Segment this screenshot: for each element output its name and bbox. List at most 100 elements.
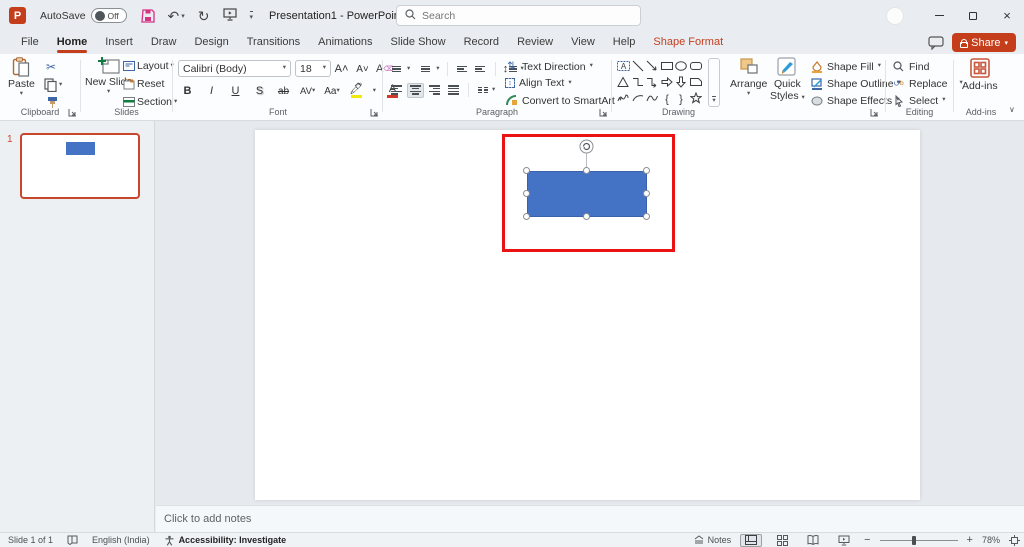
text-direction-button[interactable]: ⇅ Text Direction▾: [505, 60, 593, 73]
columns-button[interactable]: [475, 82, 490, 98]
selected-rectangle-shape[interactable]: [527, 171, 647, 217]
notes-toggle-button[interactable]: Notes: [693, 535, 732, 545]
font-dialog-launcher-icon[interactable]: [370, 108, 379, 117]
align-right-button[interactable]: [426, 83, 443, 98]
justify-button[interactable]: [445, 83, 462, 98]
collapse-ribbon-chevron-icon[interactable]: ∨: [1009, 105, 1015, 114]
resize-handle-top-right[interactable]: [643, 167, 650, 174]
autosave-toggle[interactable]: Off: [91, 8, 127, 23]
numbering-button[interactable]: [418, 61, 433, 77]
slideshow-view-button[interactable]: [833, 534, 855, 547]
close-button[interactable]: ×: [990, 0, 1024, 31]
resize-handle-top-left[interactable]: [523, 167, 530, 174]
align-text-button[interactable]: ↕ Align Text▾: [505, 77, 572, 89]
tab-design[interactable]: Design: [185, 33, 237, 53]
fit-slide-to-window-icon[interactable]: [1009, 535, 1020, 546]
align-left-button[interactable]: [388, 83, 405, 98]
text-shadow-button[interactable]: S: [252, 83, 267, 99]
line-arrow-shape[interactable]: [645, 58, 660, 74]
oval-shape[interactable]: [674, 58, 689, 74]
comments-icon[interactable]: [928, 36, 944, 50]
search-box[interactable]: [396, 5, 641, 26]
tab-file[interactable]: File: [12, 33, 48, 53]
normal-view-button[interactable]: [740, 534, 762, 547]
drawing-dialog-launcher-icon[interactable]: [870, 108, 879, 117]
powerpoint-logo-icon[interactable]: P: [9, 7, 26, 24]
paste-button[interactable]: Paste ▾: [8, 57, 35, 98]
change-case-button[interactable]: Aa▾: [324, 83, 340, 99]
elbow-arrow-connector-shape[interactable]: [645, 74, 660, 90]
right-brace-shape[interactable]: }: [674, 90, 689, 106]
reading-view-button[interactable]: [802, 534, 824, 547]
text-box-shape[interactable]: A: [616, 58, 631, 74]
addins-button[interactable]: Add-ins: [962, 57, 998, 92]
tab-insert[interactable]: Insert: [96, 33, 142, 53]
italic-button[interactable]: I: [204, 83, 219, 99]
shape-gallery-more-button[interactable]: ▾: [708, 58, 720, 107]
tab-animations[interactable]: Animations: [309, 33, 381, 53]
tab-shape-format[interactable]: Shape Format: [644, 33, 732, 53]
rotation-handle-icon[interactable]: [579, 139, 594, 157]
character-spacing-button[interactable]: AV▾: [300, 83, 315, 99]
curve-shape[interactable]: [645, 90, 660, 106]
language-status[interactable]: English (India): [92, 535, 150, 545]
tab-record[interactable]: Record: [455, 33, 508, 53]
restore-button[interactable]: [956, 0, 990, 31]
zoom-slider-handle[interactable]: [912, 536, 916, 545]
decrease-indent-button[interactable]: [455, 61, 470, 77]
resize-handle-bottom-left[interactable]: [523, 213, 530, 220]
left-brace-shape[interactable]: {: [660, 90, 675, 106]
down-arrow-shape[interactable]: [674, 74, 689, 90]
rounded-rectangle-shape[interactable]: [689, 58, 704, 74]
tab-review[interactable]: Review: [508, 33, 562, 53]
reset-button[interactable]: Reset: [123, 78, 164, 90]
find-button[interactable]: Find: [892, 60, 929, 73]
theme-icon[interactable]: [67, 535, 78, 545]
accessibility-status[interactable]: Accessibility: Investigate: [179, 535, 287, 545]
layout-button[interactable]: Layout▾: [123, 60, 174, 72]
tab-transitions[interactable]: Transitions: [238, 33, 309, 53]
user-avatar[interactable]: [886, 7, 904, 25]
tab-slide-show[interactable]: Slide Show: [382, 33, 455, 53]
bullets-button[interactable]: [389, 61, 404, 77]
triangle-shape[interactable]: [616, 74, 631, 90]
slide-sorter-view-button[interactable]: [771, 534, 793, 547]
font-name-select[interactable]: Calibri (Body)▾: [178, 60, 291, 77]
increase-indent-button[interactable]: [473, 61, 488, 77]
snip-corner-rectangle-shape[interactable]: [689, 74, 704, 90]
text-highlight-button[interactable]: 🖊: [349, 83, 364, 99]
tab-draw[interactable]: Draw: [142, 33, 186, 53]
save-icon[interactable]: [141, 9, 155, 23]
paragraph-dialog-launcher-icon[interactable]: [599, 108, 608, 117]
notes-pane[interactable]: Click to add notes: [156, 505, 1024, 532]
search-input[interactable]: [422, 10, 632, 22]
resize-handle-bottom-center[interactable]: [583, 213, 590, 220]
undo-dropdown-icon[interactable]: ▾: [181, 12, 185, 20]
right-arrow-shape[interactable]: [660, 74, 675, 90]
undo-icon[interactable]: ↶: [168, 9, 180, 23]
strikethrough-button[interactable]: ab: [276, 83, 291, 99]
share-button[interactable]: Share ▾: [952, 33, 1016, 52]
tab-help[interactable]: Help: [604, 33, 645, 53]
decrease-font-size-button[interactable]: A˅: [355, 61, 370, 77]
slide-thumbnail[interactable]: [20, 133, 140, 199]
zoom-slider[interactable]: [880, 540, 958, 541]
shape-fill-button[interactable]: Shape Fill▾: [810, 60, 881, 73]
rectangle-shape[interactable]: [660, 58, 675, 74]
resize-handle-middle-right[interactable]: [643, 190, 650, 197]
resize-handle-middle-left[interactable]: [523, 190, 530, 197]
star-shape[interactable]: [689, 90, 704, 106]
convert-to-smartart-button[interactable]: Convert to SmartArt▾: [505, 94, 622, 107]
zoom-level[interactable]: 78%: [982, 535, 1000, 545]
tab-view[interactable]: View: [562, 33, 604, 53]
align-center-button[interactable]: [407, 83, 424, 98]
select-button[interactable]: Select▾: [892, 94, 945, 107]
elbow-connector-shape[interactable]: [631, 74, 646, 90]
cut-button[interactable]: ✂: [46, 60, 56, 74]
quick-styles-button[interactable]: QuickStyles ▾: [770, 57, 805, 102]
zoom-out-button[interactable]: −: [864, 534, 870, 546]
clipboard-dialog-launcher-icon[interactable]: [68, 108, 77, 117]
freeform-scribble-shape[interactable]: [616, 90, 631, 106]
bold-button[interactable]: B: [180, 83, 195, 99]
resize-handle-top-center[interactable]: [583, 167, 590, 174]
